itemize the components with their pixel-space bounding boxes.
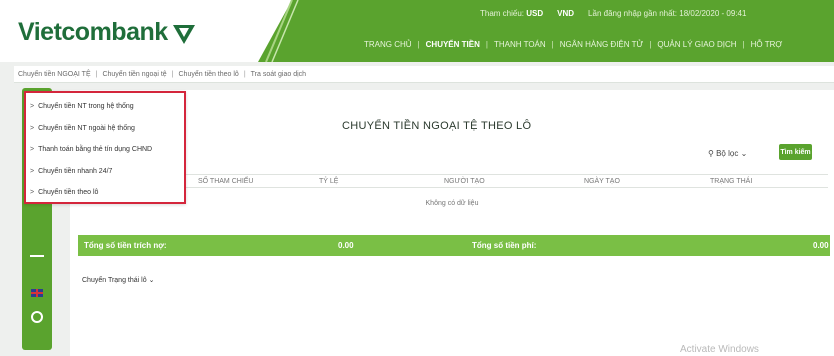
sub-menu-item[interactable]: Tra soát giao dịch bbox=[251, 71, 306, 78]
chevron-down-icon: ⌄ bbox=[740, 149, 748, 158]
dropdown-item-label: Chuyển tiền theo lô bbox=[38, 189, 99, 196]
nav-item-transfer[interactable]: CHUYỂN TIỀN bbox=[426, 40, 480, 49]
nav-item-support[interactable]: HỖ TRỢ bbox=[751, 40, 783, 49]
column-header: NGƯỜI TẠO bbox=[444, 178, 485, 185]
column-header: SỐ THAM CHIẾU bbox=[198, 178, 254, 185]
transfer-dropdown-menu: > Chuyển tiền NT trong hệ thống > Chuyển… bbox=[24, 91, 186, 204]
vietcombank-logo-icon bbox=[172, 24, 195, 44]
top-nav: TRANG CHỦ | CHUYỂN TIỀN | THANH TOÁN | N… bbox=[364, 40, 782, 49]
header-info: Tham chiếu: USD VND Lần đăng nhập gần nh… bbox=[480, 9, 746, 18]
filter-label: Bộ lọc bbox=[716, 149, 739, 158]
chevron-down-icon: ⌄ bbox=[148, 277, 155, 284]
chevron-right-icon: > bbox=[30, 168, 35, 175]
total-value: 0.00 bbox=[338, 241, 354, 250]
dropdown-item[interactable]: > Chuyển tiền nhanh 24/7 bbox=[30, 168, 112, 175]
chevron-right-icon: > bbox=[30, 189, 35, 196]
sub-menu-separator: | bbox=[171, 70, 174, 78]
dropdown-item-label: Thanh toán bằng thẻ tín dụng CHND bbox=[38, 146, 153, 153]
nav-separator: | bbox=[742, 40, 745, 49]
sub-menu-separator: | bbox=[95, 70, 98, 78]
table-header: SỐ THAM CHIẾU TỶ LỆ NGƯỜI TẠO NGÀY TẠO T… bbox=[76, 174, 828, 188]
os-watermark: Activate Windows bbox=[680, 344, 759, 355]
logo[interactable]: Vietcombank bbox=[18, 18, 196, 47]
sub-menu-bar: Chuyển tiền NGOẠI TỆ | Chuyển tiền ngoại… bbox=[14, 66, 834, 83]
ref-label: Tham chiếu: USD bbox=[480, 9, 544, 18]
sub-menu-item[interactable]: Chuyển tiền ngoại tệ bbox=[102, 71, 166, 78]
sub-menu-separator: | bbox=[243, 70, 246, 78]
brand-name: Vietcombank bbox=[18, 18, 168, 46]
chevron-right-icon: > bbox=[30, 103, 35, 110]
column-header: TRẠNG THÁI bbox=[710, 178, 753, 185]
column-header: NGÀY TẠO bbox=[584, 178, 620, 185]
nav-separator: | bbox=[551, 40, 554, 49]
menu-line-icon[interactable] bbox=[30, 255, 44, 257]
page: { "brand": { "name": "Vietcombank", "gre… bbox=[0, 0, 834, 356]
dropdown-item[interactable]: > Chuyển tiền NT ngoài hệ thống bbox=[30, 125, 135, 132]
fee-label: Tổng số tiền phí: bbox=[472, 241, 537, 250]
nav-item-home[interactable]: TRANG CHỦ bbox=[364, 40, 412, 49]
page-title: CHUYỂN TIỀN NGOẠI TỆ THEO LÔ bbox=[342, 120, 532, 132]
nav-separator: | bbox=[417, 40, 420, 49]
chevron-right-icon: > bbox=[30, 146, 35, 153]
empty-table-message: Không có dữ liệu bbox=[425, 200, 479, 207]
header-stripes bbox=[265, 0, 299, 62]
nav-item-ebank[interactable]: NGÂN HÀNG ĐIỆN TỬ bbox=[560, 40, 644, 49]
dropdown-item-label: Chuyển tiền NT ngoài hệ thống bbox=[38, 125, 135, 132]
nav-separator: | bbox=[485, 40, 488, 49]
sub-menu-item[interactable]: Chuyển tiền theo lô bbox=[179, 71, 239, 78]
total-bar: Tổng số tiền trích nợ: 0.00 Tổng số tiền… bbox=[78, 235, 830, 256]
column-header: TỶ LỆ bbox=[319, 178, 339, 185]
dropdown-item-label: Chuyển tiền NT trong hệ thống bbox=[38, 103, 134, 110]
fee-value: 0.00 bbox=[813, 241, 829, 250]
search-button[interactable]: Tìm kiếm bbox=[779, 144, 812, 160]
dropdown-item[interactable]: > Thanh toán bằng thẻ tín dụng CHND bbox=[30, 146, 152, 153]
dropdown-item[interactable]: > Chuyển tiền theo lô bbox=[30, 189, 98, 196]
dropdown-item-label: Chuyển tiền nhanh 24/7 bbox=[38, 168, 113, 175]
batch-status-link[interactable]: Chuyển Trạng thái lô ⌄ bbox=[82, 276, 154, 284]
header: Vietcombank Tham chiếu: USD VND Lần đăng… bbox=[0, 0, 834, 62]
dropdown-item[interactable]: > Chuyển tiền NT trong hệ thống bbox=[30, 103, 134, 110]
nav-separator: | bbox=[649, 40, 652, 49]
batch-status-label: Chuyển Trạng thái lô bbox=[82, 277, 147, 284]
nav-item-payment[interactable]: THANH TOÁN bbox=[494, 40, 546, 49]
chevron-right-icon: > bbox=[30, 125, 35, 132]
power-icon[interactable] bbox=[31, 311, 43, 323]
uk-flag-icon[interactable] bbox=[31, 289, 43, 297]
filter-icon: ⚲ bbox=[708, 149, 714, 158]
unit: VND bbox=[557, 9, 575, 18]
last-login: Lần đăng nhập gần nhất: 18/02/2020 - 09:… bbox=[588, 9, 747, 18]
filter-toggle[interactable]: ⚲ Bộ lọc ⌄ bbox=[708, 149, 747, 158]
sub-menu-item[interactable]: Chuyển tiền NGOẠI TỆ bbox=[18, 71, 91, 78]
total-label: Tổng số tiền trích nợ: bbox=[84, 241, 167, 250]
nav-item-manage[interactable]: QUẢN LÝ GIAO DỊCH bbox=[657, 40, 736, 49]
